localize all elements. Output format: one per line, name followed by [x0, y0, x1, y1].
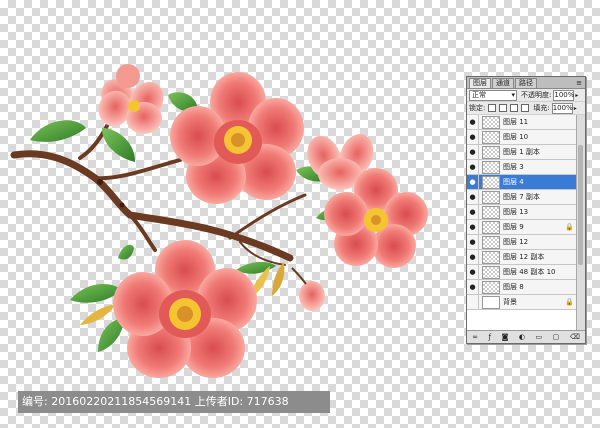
flower-bud — [291, 267, 325, 311]
lock-all-checkbox[interactable] — [521, 104, 530, 112]
layer-row[interactable]: ● 图层 11 — [467, 115, 577, 130]
layer-row[interactable]: ● 图层 8 — [467, 280, 577, 295]
layer-thumbnail — [482, 160, 500, 174]
lock-icon: 🔒 — [565, 298, 574, 306]
eye-icon[interactable]: ● — [467, 130, 479, 144]
opacity-field[interactable]: 100% — [553, 89, 574, 101]
layer-row[interactable]: ● 图层 1 副本 — [467, 145, 577, 160]
layer-name: 图层 48 副本 10 — [503, 268, 556, 276]
eye-icon[interactable]: ● — [467, 160, 479, 174]
layers-list: ● 图层 11 ● 图层 10 ● 图层 1 副本 ● 图层 3 ● 图层 4 ● 图层 7 副本 ● 图… — [467, 115, 577, 331]
blend-row: 正常 ▾ 不透明度: 100% ▸ — [467, 89, 585, 102]
layer-name: 图层 12 — [503, 238, 529, 246]
flower-small-top — [98, 64, 164, 134]
tab-layers[interactable]: 图层 — [469, 78, 491, 88]
fill-arrow-icon[interactable]: ▸ — [574, 105, 577, 112]
layer-thumbnail — [482, 190, 500, 204]
layer-row[interactable]: 背景 🔒 — [467, 295, 577, 310]
eye-icon[interactable]: ● — [467, 205, 479, 219]
uploader-label: 上传者ID: — [194, 395, 244, 408]
folder-icon[interactable]: ▭ — [536, 333, 543, 341]
panel-footer: ∞ ƒ ◙ ◐ ▭ ▢ ⌫ — [467, 330, 585, 343]
blend-mode-select[interactable]: 正常 ▾ — [469, 89, 517, 101]
scrollbar[interactable] — [576, 115, 585, 331]
layer-thumbnail — [482, 220, 500, 234]
mask-icon[interactable]: ◙ — [502, 333, 509, 341]
layer-thumbnail — [482, 250, 500, 264]
layer-thumbnail — [482, 130, 500, 144]
layer-thumbnail — [482, 265, 500, 279]
layer-row[interactable]: ● 图层 7 副本 — [467, 190, 577, 205]
fill-field[interactable]: 100% — [551, 102, 573, 114]
lock-transparent-checkbox[interactable] — [488, 104, 497, 112]
eye-icon[interactable]: ● — [467, 280, 479, 294]
eye-icon[interactable] — [467, 295, 479, 309]
new-layer-icon[interactable]: ▢ — [553, 333, 560, 341]
layer-thumbnail — [482, 235, 500, 249]
layer-name: 图层 10 — [503, 133, 529, 141]
lock-row: 锁定: 填充: 100% ▸ — [467, 102, 585, 115]
tab-channels[interactable]: 通道 — [492, 78, 514, 88]
flower-large-center — [170, 72, 304, 204]
panel-menu-icon[interactable]: ≡ — [576, 79, 582, 88]
blend-mode-value: 正常 — [472, 90, 486, 99]
layer-row[interactable]: ● 图层 9 🔒 — [467, 220, 577, 235]
lock-label: 锁定: — [469, 104, 486, 112]
id-label: 编号: — [22, 395, 48, 408]
layer-thumbnail — [482, 280, 500, 294]
adjustment-icon[interactable]: ◐ — [519, 333, 525, 341]
layer-row[interactable]: ● 图层 13 — [467, 205, 577, 220]
eye-icon[interactable]: ● — [467, 190, 479, 204]
panel-tabs: 图层 通道 路径 ≡ — [467, 77, 585, 89]
trash-icon[interactable]: ⌫ — [570, 333, 580, 341]
layer-thumbnail — [482, 115, 500, 129]
layer-name: 图层 9 — [503, 223, 524, 231]
layer-thumbnail — [482, 295, 500, 309]
layer-row[interactable]: ● 图层 4 — [467, 175, 577, 190]
layer-name: 图层 11 — [503, 118, 529, 126]
eye-icon[interactable]: ● — [467, 220, 479, 234]
chevron-down-icon: ▾ — [511, 90, 515, 99]
layer-name: 图层 12 副本 — [503, 253, 545, 261]
lock-position-checkbox[interactable] — [510, 104, 519, 112]
layer-row[interactable]: ● 图层 12 副本 — [467, 250, 577, 265]
eye-icon[interactable]: ● — [467, 115, 479, 129]
layer-row[interactable]: ● 图层 3 — [467, 160, 577, 175]
layer-name: 图层 4 — [503, 178, 524, 186]
opacity-label: 不透明度: — [521, 91, 552, 99]
eye-icon[interactable]: ● — [467, 145, 479, 159]
opacity-arrow-icon[interactable]: ▸ — [575, 92, 578, 99]
layer-row[interactable]: ● 图层 10 — [467, 130, 577, 145]
fx-icon[interactable]: ƒ — [489, 333, 491, 341]
fill-label: 填充: — [533, 104, 550, 112]
layer-name: 图层 13 — [503, 208, 529, 216]
layers-panel: 图层 通道 路径 ≡ 正常 ▾ 不透明度: 100% ▸ 锁定: 填充: 100… — [466, 76, 586, 344]
eye-icon[interactable]: ● — [467, 250, 479, 264]
flower-large-bottom — [113, 240, 257, 378]
scrollbar-thumb[interactable] — [578, 145, 583, 265]
layer-thumbnail — [482, 205, 500, 219]
link-icon[interactable]: ∞ — [472, 333, 478, 341]
eye-icon[interactable]: ● — [467, 265, 479, 279]
id-value: 20160220211854569141 — [51, 395, 192, 408]
lock-image-checkbox[interactable] — [499, 104, 508, 112]
layer-thumbnail — [482, 175, 500, 189]
layer-name: 图层 3 — [503, 163, 524, 171]
layer-name: 图层 1 副本 — [503, 148, 540, 156]
layer-name: 图层 8 — [503, 283, 524, 291]
layer-name: 图层 7 副本 — [503, 193, 540, 201]
eye-icon[interactable]: ● — [467, 235, 479, 249]
tab-paths[interactable]: 路径 — [515, 78, 537, 88]
layer-row[interactable]: ● 图层 12 — [467, 235, 577, 250]
watermark-bar: 编号: 20160220211854569141 上传者ID: 717638 — [18, 391, 330, 413]
lock-icon: 🔒 — [565, 223, 574, 231]
eye-icon[interactable]: ● — [467, 175, 479, 189]
layer-thumbnail — [482, 145, 500, 159]
layer-name: 背景 — [503, 298, 517, 306]
layer-row[interactable]: ● 图层 48 副本 10 — [467, 265, 577, 280]
uploader-value: 717638 — [246, 395, 289, 408]
